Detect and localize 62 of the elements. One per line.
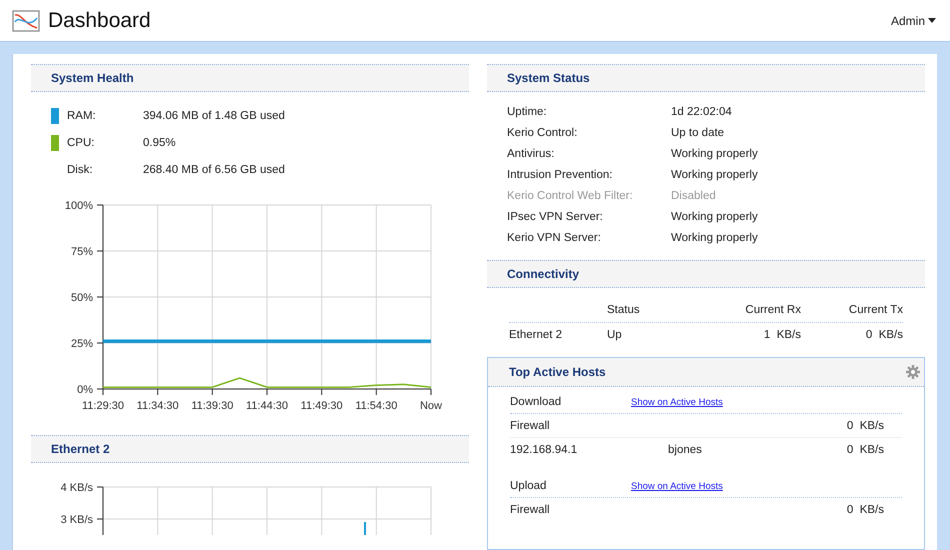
axis-label: 11:34:30 xyxy=(136,400,179,412)
section-title: Connectivity xyxy=(507,267,580,281)
status-value: Disabled xyxy=(671,190,716,202)
metric-label: Disk: xyxy=(67,164,94,176)
axis-label: 3 KB/s xyxy=(60,514,93,526)
metric-label: CPU: xyxy=(67,136,96,148)
table-cell-text: Firewall xyxy=(510,504,551,516)
section-title: System Status xyxy=(507,71,590,85)
table-cell-text: Up xyxy=(607,329,623,341)
status-label: Antivirus: xyxy=(507,148,556,160)
status-value: Working properly xyxy=(671,168,758,180)
status-label: Kerio Control Web Filter: xyxy=(507,190,634,202)
table-cell-text: 1 KB/s xyxy=(762,329,801,341)
metric-value: 394.06 MB of 1.48 GB used xyxy=(143,110,285,122)
status-label: Kerio Control: xyxy=(507,126,578,138)
section-title: Top Active Hosts xyxy=(509,365,606,379)
column-header: Status xyxy=(607,304,641,316)
status-value: Up to date xyxy=(671,126,724,138)
axis-label: 100% xyxy=(64,200,93,212)
table-cell-text: 0 KB/s xyxy=(846,444,884,456)
axis-label: Now xyxy=(420,400,442,412)
axis-label: 11:49:30 xyxy=(300,400,343,412)
table-cell-text: 0 KB/s xyxy=(864,329,903,341)
metric-value: 0.95% xyxy=(143,136,176,148)
table-cell-text: 0 KB/s xyxy=(846,504,884,516)
column-header: Current Rx xyxy=(744,304,801,316)
metric-value: 268.40 MB of 6.56 GB used xyxy=(143,164,285,176)
status-label: IPsec VPN Server: xyxy=(507,210,604,222)
table-cell-text: Ethernet 2 xyxy=(509,329,564,341)
show-link[interactable]: Show on Active Hosts xyxy=(631,480,723,492)
page-title: Dashboard xyxy=(48,8,152,32)
axis-label: 11:54:30 xyxy=(355,400,398,412)
axis-label: 11:44:30 xyxy=(246,400,288,412)
user-menu[interactable]: Admin xyxy=(888,12,938,30)
chart-logo-icon xyxy=(12,10,40,32)
status-value: 1d 22:02:04 xyxy=(671,106,732,118)
table-cell-text: 192.168.94.1 xyxy=(510,444,578,456)
status-label: Intrusion Prevention: xyxy=(507,168,614,180)
axis-label: 0% xyxy=(77,384,93,396)
settings-icon[interactable] xyxy=(906,365,920,379)
axis-label: 11:39:30 xyxy=(191,400,234,412)
axis-label: 11:29:30 xyxy=(82,400,124,412)
status-value: Working properly xyxy=(671,148,758,160)
group-title: Upload xyxy=(510,480,548,492)
table-cell-text: 0 KB/s xyxy=(846,420,884,432)
status-value: Working properly xyxy=(671,232,758,244)
show-link[interactable]: Show on Active Hosts xyxy=(631,396,723,408)
table-cell: bjones xyxy=(668,444,702,456)
metric-label: RAM: xyxy=(67,110,97,122)
axis-label: 50% xyxy=(70,292,93,304)
section-title: Ethernet 2 xyxy=(51,442,110,456)
axis-label: 75% xyxy=(70,246,93,258)
status-label: Uptime: xyxy=(507,106,548,118)
axis-label: 25% xyxy=(70,338,93,350)
axis-label: 4 KB/s xyxy=(60,482,93,494)
column-header: Current Tx xyxy=(848,304,903,316)
group-title: Download xyxy=(510,396,562,408)
table-cell-text: Firewall xyxy=(510,420,551,432)
caret-icon xyxy=(928,18,936,23)
status-value: Working properly xyxy=(671,210,758,222)
section-title: System Health xyxy=(51,71,134,85)
status-label: Kerio VPN Server: xyxy=(507,232,602,244)
